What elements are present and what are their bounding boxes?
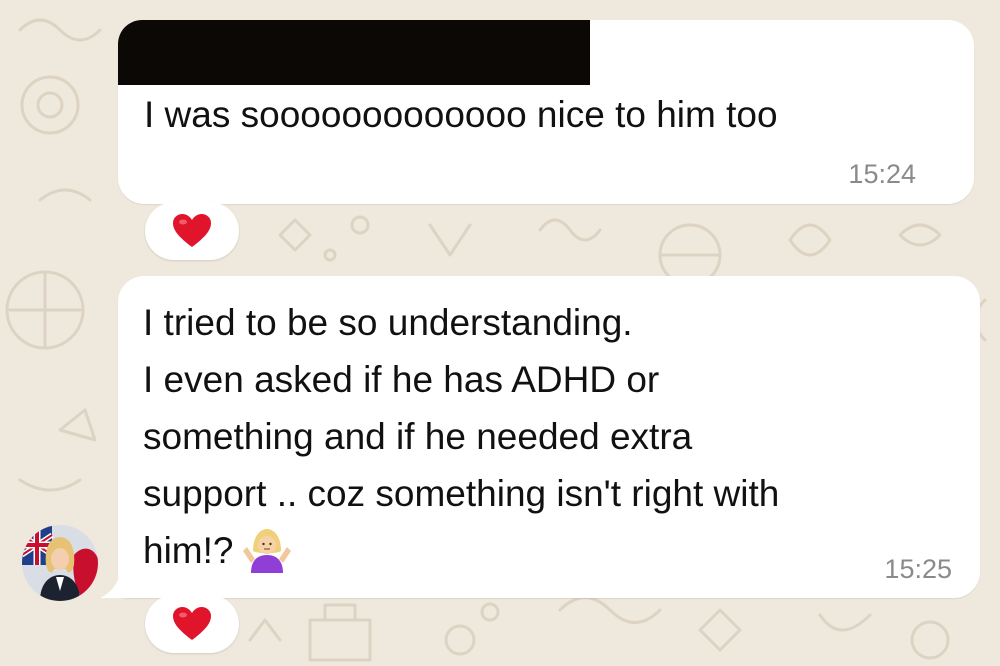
woman-shrugging-emoji-icon bbox=[241, 527, 293, 589]
message-line: something and if he needed extra bbox=[143, 416, 693, 457]
message-line-with-emoji: him!? bbox=[143, 522, 779, 589]
message-line: him!? bbox=[143, 530, 234, 571]
heart-icon bbox=[173, 214, 211, 247]
message-line: I tried to be so understanding. bbox=[143, 302, 633, 343]
message-line: I even asked if he has ADHD or bbox=[143, 359, 660, 400]
message-text: I was sooooooooooooo nice to him too bbox=[144, 94, 778, 135]
heart-icon bbox=[173, 607, 211, 640]
message-line: support .. coz something isn't right wit… bbox=[143, 473, 780, 514]
bubble-tail bbox=[100, 566, 130, 598]
redacted-sender-name bbox=[118, 20, 590, 85]
reaction-badge[interactable] bbox=[145, 202, 239, 260]
sender-avatar[interactable] bbox=[22, 525, 98, 601]
reaction-badge[interactable] bbox=[145, 595, 239, 653]
message-timestamp: 15:24 bbox=[848, 159, 916, 189]
message-timestamp: 15:25 bbox=[884, 554, 952, 584]
message-text-block: I tried to be so understanding. I even a… bbox=[143, 294, 779, 589]
